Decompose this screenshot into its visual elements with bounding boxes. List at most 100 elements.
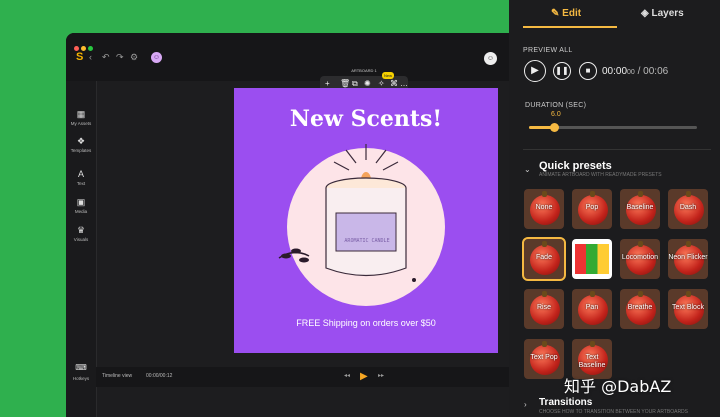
duration-label: DURATION (SEC) bbox=[525, 102, 587, 109]
preset-tile[interactable]: Fade bbox=[522, 237, 566, 281]
settings-icon[interactable]: ⚙ bbox=[130, 52, 138, 62]
preset-tile[interactable]: Text Block bbox=[668, 289, 708, 329]
preset-tile[interactable]: Breathe bbox=[620, 289, 660, 329]
text-icon: A bbox=[77, 169, 84, 179]
editor-window: S ‹ ↶ ↷ ⚙ ☺ ☺ ▦ My Assets ❖ Templates A … bbox=[66, 33, 520, 417]
preset-tile[interactable]: None bbox=[524, 189, 564, 229]
tab-label: Layers bbox=[651, 8, 684, 19]
duration-value: 6.0 bbox=[551, 111, 561, 118]
candle-illustration bbox=[278, 144, 416, 282]
visuals-icon: ♛ bbox=[76, 225, 86, 235]
sidebar-item-media[interactable]: ▣ Media bbox=[66, 197, 96, 215]
apple-stem bbox=[686, 291, 691, 297]
apple-stem bbox=[686, 191, 691, 197]
preset-tile[interactable]: Baseline bbox=[620, 189, 660, 229]
preset-label: Rise bbox=[536, 304, 551, 311]
duration-slider-handle[interactable] bbox=[550, 123, 560, 132]
preset-tile[interactable]: Pan bbox=[572, 289, 612, 329]
preset-label: Text Pop bbox=[530, 354, 558, 361]
pause-preview-button[interactable]: ❚❚ bbox=[553, 62, 571, 80]
timeline-time: 00:00/00:12 bbox=[146, 373, 173, 379]
apple-stem bbox=[590, 341, 595, 347]
sidebar-item-label: Text bbox=[76, 181, 86, 186]
sidebar-item-my-assets[interactable]: ▦ My Assets bbox=[66, 109, 96, 127]
preset-label: Neon Flicker bbox=[668, 254, 708, 261]
apple-stem bbox=[590, 291, 595, 297]
preset-label: Text Baseline bbox=[578, 354, 606, 369]
apple-stem bbox=[590, 191, 595, 197]
keyboard-icon: ⌨ bbox=[75, 363, 87, 372]
chevron-down-icon[interactable]: ⌄ bbox=[524, 165, 531, 174]
preset-tile[interactable]: Neon Flicker bbox=[668, 239, 708, 279]
preset-tile[interactable]: Text Pop bbox=[524, 339, 564, 379]
undo-icon[interactable]: ↶ bbox=[102, 52, 110, 62]
time-current: 00:00 bbox=[602, 66, 628, 77]
app-logo-icon: S bbox=[76, 51, 84, 63]
duration-slider[interactable] bbox=[529, 123, 697, 132]
preset-tile[interactable]: Dash bbox=[668, 189, 708, 229]
active-tab-indicator bbox=[523, 26, 617, 28]
back-icon[interactable]: ‹ bbox=[89, 52, 92, 62]
sidebar-item-templates[interactable]: ❖ Templates bbox=[66, 136, 96, 154]
preset-label: Locomotion bbox=[621, 254, 659, 261]
divider bbox=[523, 149, 711, 150]
right-panel: ✎ Edit ◈ Layers PREVIEW ALL ▶ ❚❚ ■ 00:00… bbox=[509, 0, 720, 417]
maximize-window-button[interactable] bbox=[88, 46, 93, 51]
media-icon: ▣ bbox=[76, 197, 86, 207]
apple-stem bbox=[542, 291, 547, 297]
stop-preview-button[interactable]: ■ bbox=[579, 62, 597, 80]
tab-layers[interactable]: ◈ Layers bbox=[641, 8, 684, 19]
assets-icon: ▦ bbox=[76, 109, 86, 119]
tab-label: Edit bbox=[562, 8, 582, 19]
preset-label: Pop bbox=[585, 204, 599, 211]
sidebar-item-text[interactable]: A Text bbox=[66, 169, 96, 187]
apple-stem bbox=[542, 241, 547, 247]
play-preview-button[interactable]: ▶ bbox=[524, 60, 546, 82]
preset-tile[interactable]: Pop bbox=[572, 189, 612, 229]
transitions-title: Transitions bbox=[539, 397, 593, 408]
apple-stem bbox=[638, 241, 643, 247]
artboard-name: ARTBOARD 1 bbox=[351, 68, 377, 73]
preset-label: Breathe bbox=[627, 304, 653, 311]
apple-stem bbox=[638, 291, 643, 297]
preset-label: Text Block bbox=[672, 304, 704, 311]
tab-edit[interactable]: ✎ Edit bbox=[551, 8, 581, 19]
preset-preview-image bbox=[575, 244, 609, 274]
transitions-subtitle: CHOOSE HOW TO TRANSITION BETWEEN YOUR AR… bbox=[539, 409, 689, 415]
prev-icon[interactable]: ◂◂ bbox=[344, 372, 350, 379]
preset-label: Baseline bbox=[626, 204, 654, 211]
sidebar-item-label: Templates bbox=[70, 148, 92, 153]
artboard[interactable]: New Scents! AROMATIC CANDLE FREE Shippin… bbox=[234, 88, 498, 353]
preset-tile[interactable] bbox=[572, 239, 612, 279]
preview-time: 00:0000 / 00:06 bbox=[602, 66, 668, 77]
shipping-text[interactable]: FREE Shipping on orders over $50 bbox=[234, 318, 498, 328]
top-bar: S ‹ ↶ ↷ ⚙ ☺ ☺ bbox=[66, 33, 520, 81]
hotkeys-label: Hotkeys bbox=[72, 376, 90, 381]
preset-label: Pan bbox=[585, 304, 599, 311]
sidebar-item-label: Media bbox=[74, 209, 88, 214]
chevron-right-icon[interactable]: › bbox=[524, 400, 527, 409]
quick-presets-subtitle: ANIMATE ARTBOARD WITH READYMADE PRESETS bbox=[539, 172, 662, 178]
sidebar-item-visuals[interactable]: ♛ Visuals bbox=[66, 225, 96, 243]
avatar[interactable]: ☺ bbox=[151, 52, 162, 63]
redo-icon[interactable]: ↷ bbox=[116, 52, 124, 62]
quick-presets-title: Quick presets bbox=[539, 160, 612, 172]
apple-stem bbox=[542, 191, 547, 197]
apple-stem bbox=[542, 341, 547, 347]
hotkeys-button[interactable]: ⌨ Hotkeys bbox=[66, 363, 96, 381]
next-icon[interactable]: ▸▸ bbox=[378, 372, 384, 379]
play-icon[interactable]: ▶ bbox=[360, 371, 368, 382]
preview-all-label: PREVIEW ALL bbox=[523, 47, 573, 54]
collaborator-avatar[interactable]: ☺ bbox=[484, 52, 497, 65]
preset-label: Fade bbox=[536, 254, 552, 261]
timeline-view-toggle[interactable]: Timeline view bbox=[102, 373, 132, 379]
apple-stem bbox=[638, 191, 643, 197]
preset-tile[interactable]: Locomotion bbox=[620, 239, 660, 279]
watermark: 知乎 @DabAZ bbox=[564, 377, 672, 396]
preset-label: Dash bbox=[679, 204, 697, 211]
templates-icon: ❖ bbox=[76, 136, 86, 146]
preset-tile[interactable]: Rise bbox=[524, 289, 564, 329]
sidebar-item-label: Visuals bbox=[73, 237, 89, 242]
sidebar-item-label: My Assets bbox=[70, 121, 92, 126]
apple-stem bbox=[686, 241, 691, 247]
